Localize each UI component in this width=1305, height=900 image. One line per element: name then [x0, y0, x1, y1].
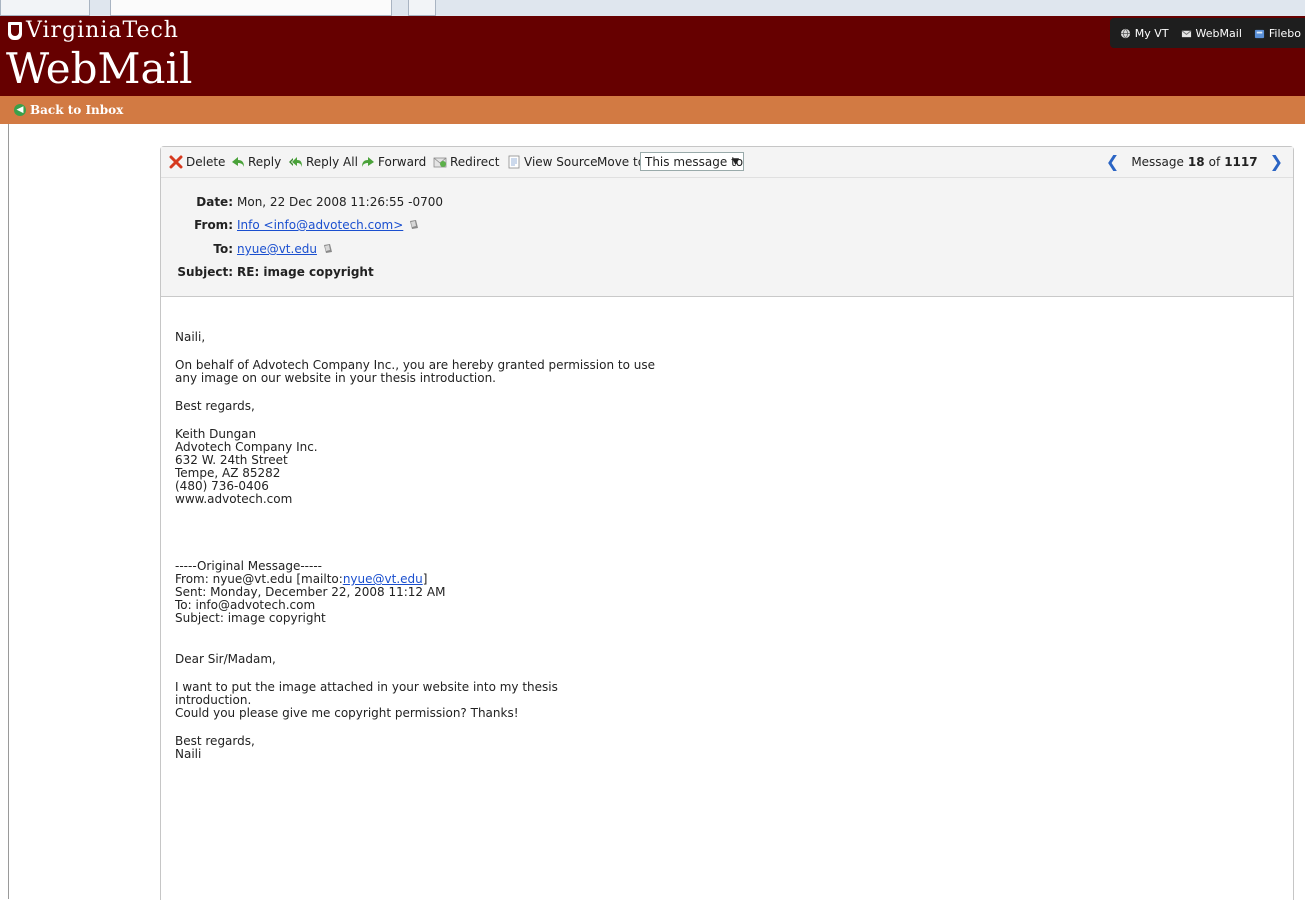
forward-arrow-icon: [362, 157, 374, 167]
reply-button[interactable]: Reply: [231, 155, 281, 169]
message-toolbar: Delete Reply Reply All Forward Redirect …: [161, 147, 1293, 178]
delete-label: Delete: [186, 155, 226, 169]
vt-shield-icon: [8, 21, 22, 40]
date-label: Date:: [196, 195, 233, 209]
top-links: My VT WebMail Filebo: [1109, 18, 1305, 48]
original-subject: Subject: image copyright: [175, 611, 326, 625]
from-link[interactable]: Info <info@advotech.com>: [237, 218, 403, 232]
next-message-icon[interactable]: ❯: [1270, 154, 1283, 170]
toplink-label: Filebo: [1268, 26, 1301, 40]
view-source-button[interactable]: View Source: [507, 155, 598, 169]
from-row: From: Info <info@advotech.com>: [161, 217, 419, 233]
forward-label: Forward: [378, 155, 427, 169]
body-greeting: Naili,: [175, 330, 206, 344]
delete-button[interactable]: Delete: [169, 155, 225, 169]
reply-all-icon: [289, 157, 302, 167]
redirect-button[interactable]: Redirect: [433, 155, 500, 169]
subject-value: RE: image copyright: [237, 265, 374, 279]
message-panel: Delete Reply Reply All Forward Redirect …: [160, 146, 1294, 900]
original-from-mailto-link[interactable]: nyue@vt.edu: [343, 572, 423, 586]
move-to-select[interactable]: This message to ▼: [640, 152, 744, 171]
reply-all-button[interactable]: Reply All: [289, 155, 358, 169]
message-navigation: ❮ Message 18 of 1117 ❯: [1106, 154, 1283, 170]
browser-tab-strip: [0, 0, 1305, 17]
toplink-label: WebMail: [1195, 26, 1242, 40]
brand-name: VirginiaTech: [26, 18, 179, 43]
document-icon: [508, 155, 520, 169]
chevron-down-icon: ▼: [732, 157, 739, 167]
original-closing: Best regards,: [175, 734, 255, 748]
original-name: Naili: [175, 747, 202, 761]
left-divider: [8, 124, 9, 899]
from-label: From:: [194, 218, 233, 232]
message-body: Naili, On behalf of Advotech Company Inc…: [175, 331, 655, 761]
browser-tab[interactable]: [0, 0, 90, 16]
message-label: Message: [1131, 155, 1184, 169]
date-value: Mon, 22 Dec 2008 11:26:55 -0700: [237, 195, 443, 209]
redirect-envelope-icon: [433, 157, 447, 168]
subject-label: Subject:: [177, 265, 233, 279]
delete-x-icon: [169, 155, 183, 169]
nav-bar: ◀ Back to Inbox: [0, 96, 1305, 124]
address-book-icon[interactable]: [409, 219, 419, 230]
back-to-inbox-link[interactable]: ◀ Back to Inbox: [14, 103, 123, 117]
mail-icon: [1181, 29, 1191, 37]
toplink-label: My VT: [1134, 26, 1169, 40]
to-label: To:: [213, 242, 233, 256]
to-link[interactable]: nyue@vt.edu: [237, 242, 317, 256]
message-total: 1117: [1224, 155, 1258, 169]
view-source-label: View Source: [524, 155, 598, 169]
message-of: of: [1208, 155, 1221, 169]
signature-web: www.advotech.com: [175, 492, 293, 506]
message-headers: Date: Mon, 22 Dec 2008 11:26:55 -0700 Fro…: [161, 178, 1293, 297]
app-name: WebMail: [6, 44, 193, 93]
original-from-suffix: ]: [422, 572, 428, 586]
back-arrow-icon: ◀: [14, 104, 26, 116]
to-row: To: nyue@vt.edu: [161, 241, 333, 257]
brand: VirginiaTech: [8, 18, 179, 43]
date-row: Date: Mon, 22 Dec 2008 11:26:55 -0700: [161, 194, 443, 210]
message-current: 18: [1187, 155, 1205, 169]
redirect-label: Redirect: [450, 155, 500, 169]
reply-arrow-icon: [232, 157, 244, 167]
browser-tab[interactable]: [408, 0, 436, 16]
reply-all-label: Reply All: [306, 155, 358, 169]
back-label: Back to Inbox: [30, 103, 124, 117]
toplink-myvt[interactable]: My VT: [1120, 27, 1169, 40]
toplink-filebox[interactable]: Filebo: [1254, 27, 1301, 40]
globe-icon: [1120, 28, 1130, 38]
body-closing: Best regards,: [175, 399, 255, 413]
body-line: any image on our website in your thesis …: [175, 371, 496, 385]
original-from-text: From: nyue@vt.edu [mailto:: [175, 572, 343, 586]
previous-message-icon[interactable]: ❮: [1106, 154, 1119, 170]
move-to-value: This message to: [645, 155, 744, 169]
forward-button[interactable]: Forward: [361, 155, 426, 169]
browser-tab-active[interactable]: [110, 0, 392, 16]
folder-icon: [1254, 29, 1264, 38]
subject-row: Subject: RE: image copyright: [161, 264, 374, 280]
reply-label: Reply: [248, 155, 282, 169]
app-header: VirginiaTech WebMail My VT WebMail Fileb…: [0, 16, 1305, 96]
toplink-webmail[interactable]: WebMail: [1181, 27, 1242, 40]
address-book-icon[interactable]: [323, 243, 333, 254]
original-greeting: Dear Sir/Madam,: [175, 652, 276, 666]
original-line: Could you please give me copyright permi…: [175, 706, 519, 720]
